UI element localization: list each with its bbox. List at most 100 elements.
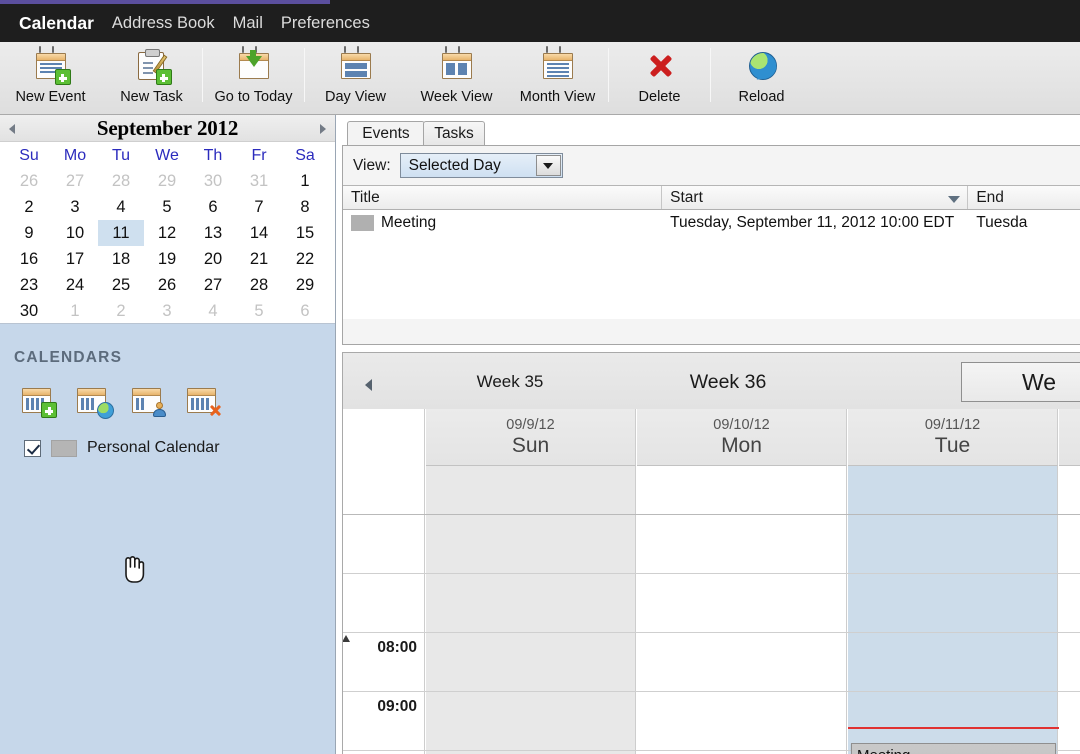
cell-title-text: Meeting — [381, 214, 437, 231]
mini-calendar-day[interactable]: 29 — [282, 272, 328, 298]
new-task-button[interactable]: New Task — [101, 42, 202, 113]
mini-calendar-day[interactable]: 27 — [190, 272, 236, 298]
day-column-tue[interactable] — [848, 466, 1058, 754]
mini-calendar-dow-row: Su Mo Tu We Th Fr Sa — [6, 144, 329, 168]
dow-fr: Fr — [251, 147, 267, 164]
mini-calendar-day[interactable]: 11 — [98, 220, 144, 246]
main-menubar: Calendar Address Book Mail Preferences — [0, 4, 1080, 42]
day-view-icon — [337, 46, 375, 84]
mini-calendar-day[interactable]: 21 — [236, 246, 282, 272]
mini-calendar-day[interactable]: 20 — [190, 246, 236, 272]
tab-tasks[interactable]: Tasks — [423, 121, 485, 146]
mini-calendar-day[interactable]: 9 — [6, 220, 52, 246]
mini-calendar-day[interactable]: 24 — [52, 272, 98, 298]
week-view-button[interactable]: Week View — [406, 42, 507, 113]
week-tab-36[interactable]: Week 36 — [623, 362, 833, 402]
day-header-next[interactable] — [1059, 409, 1080, 466]
mini-calendar-day[interactable]: 29 — [144, 168, 190, 194]
column-header-end[interactable]: End — [968, 186, 1080, 209]
go-to-today-button[interactable]: Go to Today — [203, 42, 304, 113]
hour-label-0900: 09:00 — [377, 698, 417, 715]
add-shared-calendar-icon[interactable] — [130, 385, 166, 417]
calendar-visibility-checkbox[interactable] — [24, 439, 41, 457]
mini-calendar-day[interactable]: 3 — [144, 298, 190, 324]
all-day-separator — [343, 514, 1080, 515]
mini-calendar-day[interactable]: 22 — [282, 246, 328, 272]
chevron-right-icon[interactable] — [314, 121, 328, 135]
chevron-left-icon[interactable] — [7, 121, 21, 135]
mini-calendar-day[interactable]: 5 — [144, 194, 190, 220]
day-header-sun[interactable]: 09/9/12 Sun — [426, 409, 636, 466]
scroll-up-indicator[interactable] — [343, 635, 350, 642]
mini-calendar-day[interactable]: 26 — [6, 168, 52, 194]
add-calendar-icon[interactable] — [20, 385, 57, 418]
mini-calendar-day[interactable]: 2 — [98, 298, 144, 324]
events-table-header: Title Start End — [343, 185, 1080, 210]
day-view-button[interactable]: Day View — [305, 42, 406, 113]
mini-calendar-day[interactable]: 30 — [6, 298, 52, 324]
mini-calendar-day[interactable]: 10 — [52, 220, 98, 246]
mini-calendar-day[interactable]: 23 — [6, 272, 52, 298]
mini-calendar-day[interactable]: 14 — [236, 220, 282, 246]
month-view-button[interactable]: Month View — [507, 42, 608, 113]
event-title: Meeting — [857, 747, 1050, 754]
mini-calendar-day[interactable]: 12 — [144, 220, 190, 246]
mini-calendar-day[interactable]: 2 — [6, 194, 52, 220]
day-column-next[interactable] — [1059, 466, 1080, 754]
mini-calendar-day[interactable]: 1 — [282, 168, 328, 194]
table-row[interactable]: Meeting Tuesday, September 11, 2012 10:0… — [343, 210, 1080, 236]
event-color-swatch — [351, 215, 374, 231]
view-select[interactable]: Selected Day — [399, 153, 563, 178]
reload-button[interactable]: Reload — [711, 42, 812, 113]
delete-label: Delete — [638, 89, 681, 105]
new-event-button[interactable]: New Event — [0, 42, 101, 113]
day-column-mon[interactable] — [637, 466, 847, 754]
menu-item-address-book[interactable]: Address Book — [103, 12, 224, 35]
list-item[interactable]: Personal Calendar — [24, 439, 335, 457]
add-web-calendar-icon[interactable] — [75, 385, 114, 419]
mini-calendar-day[interactable]: 17 — [52, 246, 98, 272]
mini-calendar-day[interactable]: 28 — [98, 168, 144, 194]
tab-events[interactable]: Events — [347, 121, 425, 146]
mini-calendar-day[interactable]: 27 — [52, 168, 98, 194]
mini-calendar-day[interactable]: 18 — [98, 246, 144, 272]
chevron-down-icon[interactable] — [535, 155, 561, 176]
delete-button[interactable]: Delete — [609, 42, 710, 113]
new-task-icon — [133, 48, 172, 85]
mini-calendar-day[interactable]: 28 — [236, 272, 282, 298]
week-tab-35[interactable]: Week 35 — [405, 362, 615, 402]
mini-calendar-day[interactable]: 6 — [282, 298, 328, 324]
mini-calendar-day[interactable]: 26 — [144, 272, 190, 298]
mini-calendar-day[interactable]: 13 — [190, 220, 236, 246]
mini-calendar-day[interactable]: 16 — [6, 246, 52, 272]
calendars-toolbar — [0, 367, 335, 419]
day-header-mon[interactable]: 09/10/12 Mon — [637, 409, 847, 466]
mini-calendar-day[interactable]: 25 — [98, 272, 144, 298]
mini-calendar-day[interactable]: 30 — [190, 168, 236, 194]
mini-calendar-day[interactable]: 4 — [190, 298, 236, 324]
view-filter-row: View: Selected Day — [343, 146, 1080, 185]
chevron-left-icon[interactable] — [365, 379, 372, 391]
mini-calendar-day[interactable]: 4 — [98, 194, 144, 220]
view-label: View: — [353, 156, 391, 174]
mini-calendar-day[interactable]: 19 — [144, 246, 190, 272]
menu-item-mail[interactable]: Mail — [224, 12, 272, 35]
menu-item-preferences[interactable]: Preferences — [272, 12, 379, 35]
mini-calendar-day[interactable]: 31 — [236, 168, 282, 194]
delete-calendar-icon[interactable] — [185, 385, 221, 417]
column-header-title[interactable]: Title — [343, 186, 663, 209]
day-header-tue[interactable]: 09/11/12 Tue — [848, 409, 1058, 466]
week-tab-37-selected[interactable]: We — [961, 362, 1080, 402]
day-column-sun[interactable] — [426, 466, 636, 754]
mini-calendar-day[interactable]: 5 — [236, 298, 282, 324]
mini-calendar-day[interactable]: 8 — [282, 194, 328, 220]
mini-calendar-day[interactable]: 1 — [52, 298, 98, 324]
mini-calendar-day[interactable]: 7 — [236, 194, 282, 220]
column-header-start[interactable]: Start — [662, 186, 969, 209]
dow-tu: Tu — [111, 147, 131, 164]
mini-calendar-day[interactable]: 6 — [190, 194, 236, 220]
menu-item-calendar[interactable]: Calendar — [10, 11, 103, 36]
mini-calendar-day[interactable]: 15 — [282, 220, 328, 246]
calendar-event-meeting[interactable]: Meeting Location: My Office — [851, 743, 1056, 754]
mini-calendar-day[interactable]: 3 — [52, 194, 98, 220]
